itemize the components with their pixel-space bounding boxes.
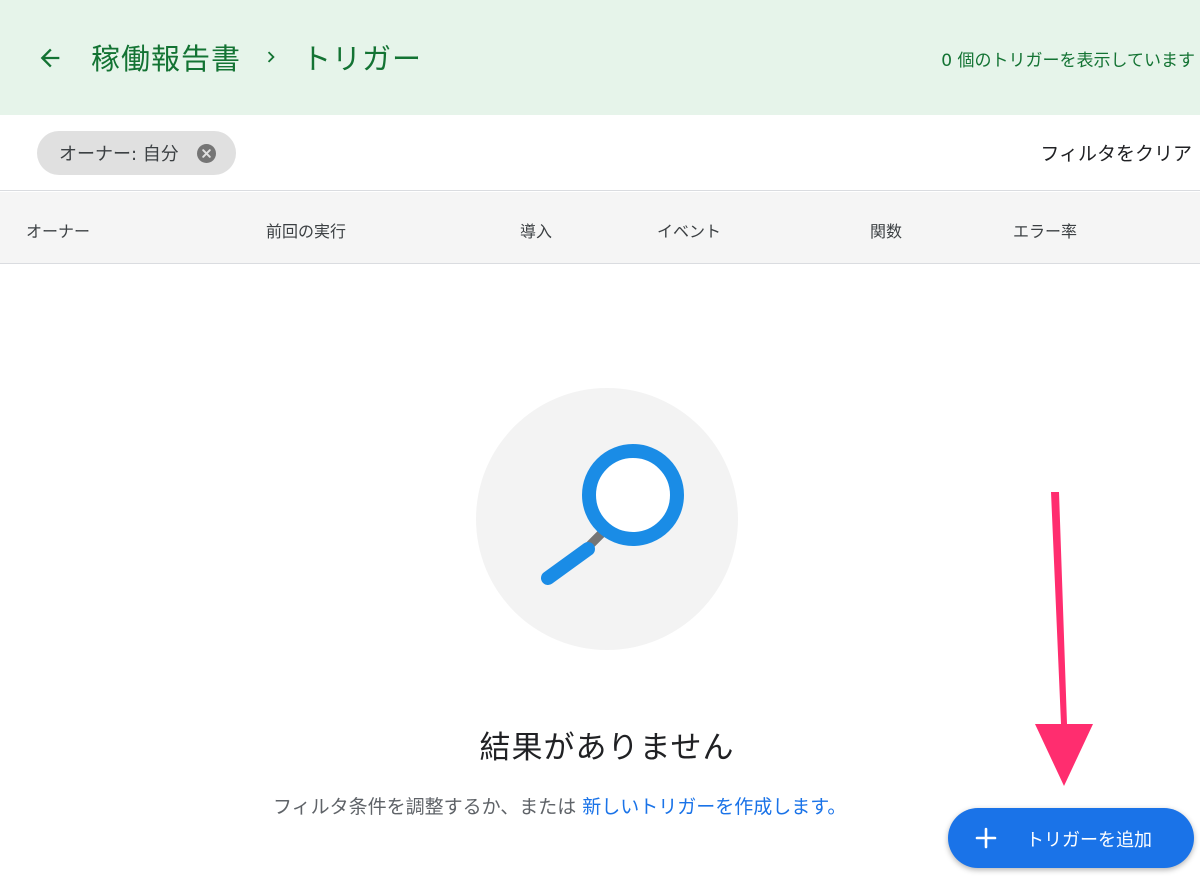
trigger-count-text: 0 個のトリガーを表示しています	[941, 51, 1195, 71]
plus-icon	[975, 827, 997, 849]
annotation-arrow	[1035, 492, 1093, 786]
column-event[interactable]: イベント	[657, 218, 721, 242]
clear-filters-button[interactable]: フィルタをクリア	[1040, 139, 1192, 166]
empty-state-description: フィルタ条件を調整するか、または 新しいトリガーを作成します。	[273, 792, 846, 819]
owner-filter-label: オーナー: 自分	[59, 144, 179, 165]
column-deployment[interactable]: 導入	[520, 218, 552, 242]
breadcrumb-project[interactable]: 稼働報告書	[91, 36, 241, 78]
create-trigger-link[interactable]: 新しいトリガーを作成します。	[582, 796, 846, 818]
arrow-back-icon	[40, 48, 60, 68]
add-trigger-label: トリガーを追加	[1026, 830, 1152, 851]
magnifier-icon	[541, 444, 684, 585]
filter-bar: オーナー: 自分 フィルタをクリア	[0, 115, 1200, 191]
chip-remove-icon[interactable]	[197, 144, 216, 163]
column-error-rate[interactable]: エラー率	[1013, 218, 1077, 242]
app-header: 稼働報告書 トリガー 0 個のトリガーを表示しています	[0, 0, 1200, 115]
column-owner[interactable]: オーナー	[26, 218, 90, 242]
add-trigger-button[interactable]: トリガーを追加	[948, 808, 1194, 868]
empty-state-illustration	[476, 388, 738, 650]
table-header: オーナー 前回の実行 導入 イベント 関数 エラー率	[0, 192, 1200, 264]
column-last-run[interactable]: 前回の実行	[266, 218, 346, 242]
chevron-right-icon	[260, 44, 282, 70]
empty-state-title: 結果がありません	[479, 730, 735, 766]
owner-filter-chip[interactable]: オーナー: 自分	[37, 131, 236, 175]
triggers-page: 稼働報告書 トリガー 0 個のトリガーを表示しています オーナー: 自分 フィル…	[0, 0, 1200, 886]
empty-state-text: フィルタ条件を調整するか、または	[273, 796, 577, 818]
page-title: トリガー	[302, 42, 423, 76]
back-button[interactable]	[30, 38, 70, 78]
column-function[interactable]: 関数	[870, 218, 902, 242]
